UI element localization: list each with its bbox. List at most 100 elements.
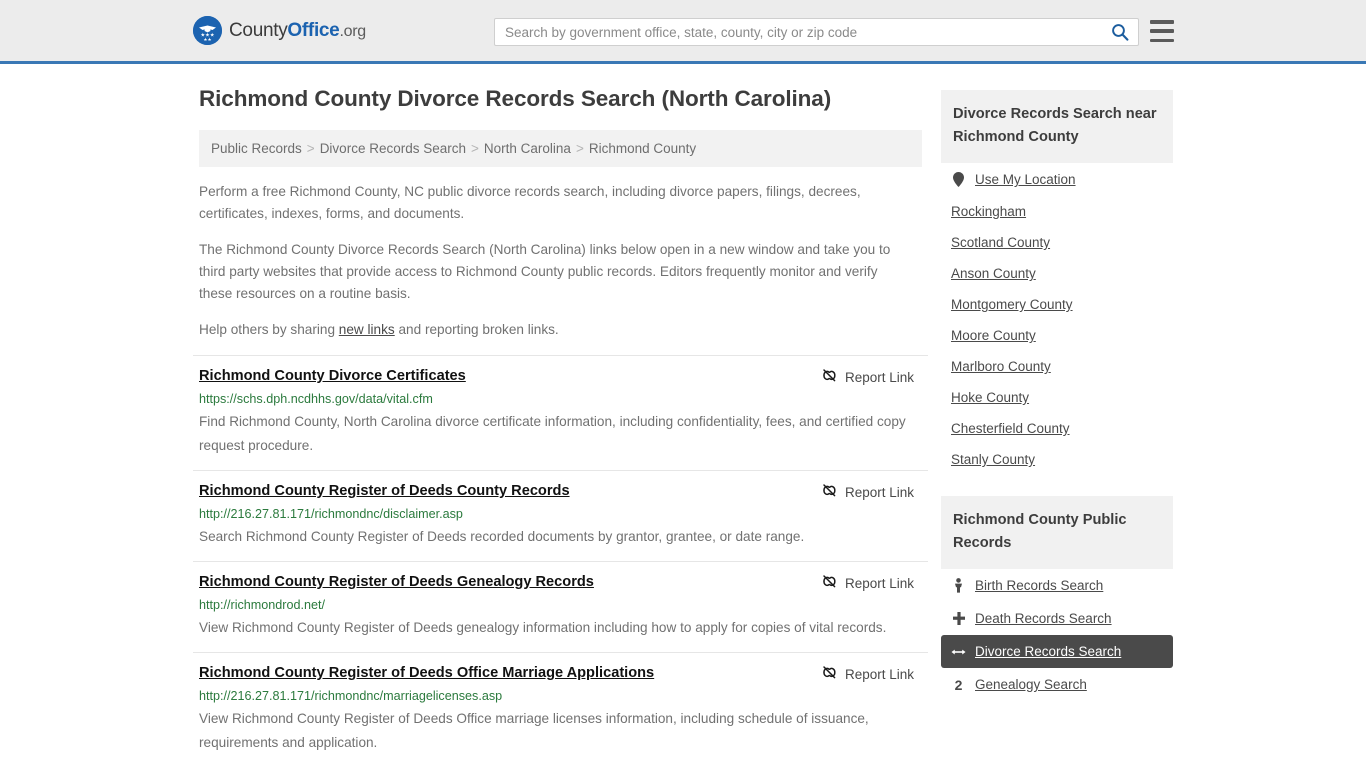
baby-icon (951, 578, 966, 593)
new-links-link[interactable]: new links (339, 322, 395, 337)
report-link-label: Report Link (844, 666, 914, 682)
report-link-label: Report Link (844, 369, 914, 385)
intro-p3-before: Help others by sharing (199, 322, 339, 337)
hamburger-bar (1150, 29, 1174, 33)
public-records-link-divorce-records-search[interactable]: Divorce Records Search (941, 635, 1173, 668)
result-description: Search Richmond County Register of Deeds… (199, 529, 805, 544)
nearby-county-link[interactable]: Moore County (941, 320, 1173, 351)
result-url: http://216.27.81.171/richmondnc/marriage… (199, 689, 503, 703)
cross-icon (951, 611, 966, 626)
public-records-label: Death Records Search (975, 611, 1112, 626)
public-records-label: Genealogy Search (975, 677, 1087, 692)
public-records-link-birth-records-search[interactable]: Birth Records Search (941, 569, 1173, 602)
nearby-county-link[interactable]: Anson County (941, 258, 1173, 289)
broken-link-icon (821, 573, 838, 593)
intro-paragraph-1: Perform a free Richmond County, NC publi… (199, 184, 861, 221)
map-pin-icon (951, 172, 966, 187)
nearby-county-link[interactable]: Chesterfield County (941, 413, 1173, 444)
nearby-county-list: Rockingham Scotland County Anson County Mon… (941, 196, 1173, 475)
page-body: Richmond County Divorce Records Search (… (0, 64, 1366, 767)
page-title: Richmond County Divorce Records Search (… (199, 86, 832, 111)
report-link-button[interactable]: Report Link (821, 482, 914, 502)
result-title-link[interactable]: Richmond County Register of Deeds Geneal… (199, 572, 594, 592)
logo-text: CountyOffice.org (229, 20, 366, 42)
breadcrumb-item-public-records[interactable]: Public Records (211, 141, 302, 156)
hamburger-menu-icon[interactable] (1150, 20, 1174, 42)
result-header: Richmond County Register of Deeds County… (199, 481, 922, 502)
intro-p3-after: and reporting broken links. (394, 322, 559, 337)
report-link-button[interactable]: Report Link (821, 367, 914, 387)
search-button[interactable] (1107, 23, 1138, 41)
public-records-item: Birth Records Search (941, 569, 1173, 602)
result-description: View Richmond County Register of Deeds O… (199, 711, 869, 750)
use-my-location-label: Use My Location (975, 172, 1076, 187)
result-url: https://schs.dph.ncdhhs.gov/data/vital.c… (199, 392, 433, 406)
broken-link-icon (821, 664, 838, 684)
sidebar: Divorce Records Search near Richmond Cou… (941, 86, 1173, 701)
report-link-button[interactable]: Report Link (821, 573, 914, 593)
public-records-item: Divorce Records Search (941, 635, 1173, 668)
public-records-link-genealogy-search[interactable]: 2 Genealogy Search (941, 668, 1173, 701)
logo-text-org: .org (339, 22, 366, 40)
search-bar[interactable] (494, 18, 1139, 46)
sidebar-nearby-heading: Divorce Records Search near Richmond Cou… (941, 90, 1173, 163)
search-icon (1112, 24, 1129, 41)
result-url: http://216.27.81.171/richmondnc/disclaim… (199, 507, 463, 521)
result-header: Richmond County Register of Deeds Geneal… (199, 572, 922, 593)
svg-text:2: 2 (955, 677, 963, 692)
logo-text-county: County (229, 19, 288, 41)
breadcrumb-separator: > (575, 141, 584, 156)
result-header: Richmond County Divorce Certificates Repo… (199, 366, 922, 387)
breadcrumb-separator: > (306, 141, 315, 156)
nearby-county-item: Chesterfield County (941, 413, 1173, 444)
intro-paragraph-2: The Richmond County Divorce Records Sear… (199, 242, 891, 301)
nearby-county-link[interactable]: Stanly County (941, 444, 1173, 475)
public-records-link-death-records-search[interactable]: Death Records Search (941, 602, 1173, 635)
nearby-county-link[interactable]: Scotland County (941, 227, 1173, 258)
nearby-county-item: Anson County (941, 258, 1173, 289)
split-arrows-icon (951, 646, 966, 658)
result-description: View Richmond County Register of Deeds g… (199, 620, 887, 635)
site-header: ★★★ ★★ CountyOffice.org (0, 0, 1366, 64)
site-logo[interactable]: ★★★ ★★ CountyOffice.org (193, 16, 366, 45)
result-item: Richmond County Register of Deeds County… (193, 470, 928, 561)
nearby-county-link[interactable]: Marlboro County (941, 351, 1173, 382)
nearby-county-item: Hoke County (941, 382, 1173, 413)
breadcrumb-item-north-carolina[interactable]: North Carolina (484, 141, 571, 156)
results-list: Richmond County Divorce Certificates Repo… (193, 355, 928, 767)
report-link-button[interactable]: Report Link (821, 664, 914, 684)
nearby-county-item: Montgomery County (941, 289, 1173, 320)
main-content: Richmond County Divorce Records Search (… (193, 86, 928, 767)
public-records-label: Birth Records Search (975, 578, 1104, 593)
broken-link-icon (821, 482, 838, 502)
result-item: Richmond County Register of Deeds Geneal… (193, 561, 928, 652)
nearby-county-item: Stanly County (941, 444, 1173, 475)
nearby-county-item: Scotland County (941, 227, 1173, 258)
public-records-item: 2 Genealogy Search (941, 668, 1173, 701)
breadcrumb-item-richmond-county[interactable]: Richmond County (589, 141, 696, 156)
nearby-county-item: Rockingham (941, 196, 1173, 227)
result-item: Richmond County Register of Deeds Office… (193, 652, 928, 767)
sidebar-public-records-heading: Richmond County Public Records (941, 496, 1173, 569)
result-title-link[interactable]: Richmond County Register of Deeds County… (199, 481, 570, 501)
family-tree-icon: 2 (951, 677, 966, 692)
logo-text-office: Office (287, 19, 340, 41)
result-url: http://richmondrod.net/ (199, 598, 326, 612)
breadcrumb-item-divorce-records-search[interactable]: Divorce Records Search (320, 141, 466, 156)
public-records-label: Divorce Records Search (975, 644, 1122, 659)
sidebar-nearby-section: Divorce Records Search near Richmond Cou… (941, 90, 1173, 475)
result-description: Find Richmond County, North Carolina div… (199, 414, 906, 453)
nearby-county-link[interactable]: Hoke County (941, 382, 1173, 413)
nearby-county-link[interactable]: Rockingham (941, 196, 1173, 227)
public-records-list: Birth Records Search Death Records Search… (941, 569, 1173, 701)
nearby-county-link[interactable]: Montgomery County (941, 289, 1173, 320)
use-my-location-link[interactable]: Use My Location (941, 163, 1173, 196)
result-header: Richmond County Register of Deeds Office… (199, 663, 922, 684)
result-item: Richmond County Divorce Certificates Repo… (193, 355, 928, 470)
nearby-county-item: Moore County (941, 320, 1173, 351)
breadcrumb-separator: > (471, 141, 479, 156)
result-title-link[interactable]: Richmond County Register of Deeds Office… (199, 663, 654, 683)
report-link-label: Report Link (844, 484, 914, 500)
result-title-link[interactable]: Richmond County Divorce Certificates (199, 366, 466, 386)
search-input[interactable] (495, 19, 1107, 45)
